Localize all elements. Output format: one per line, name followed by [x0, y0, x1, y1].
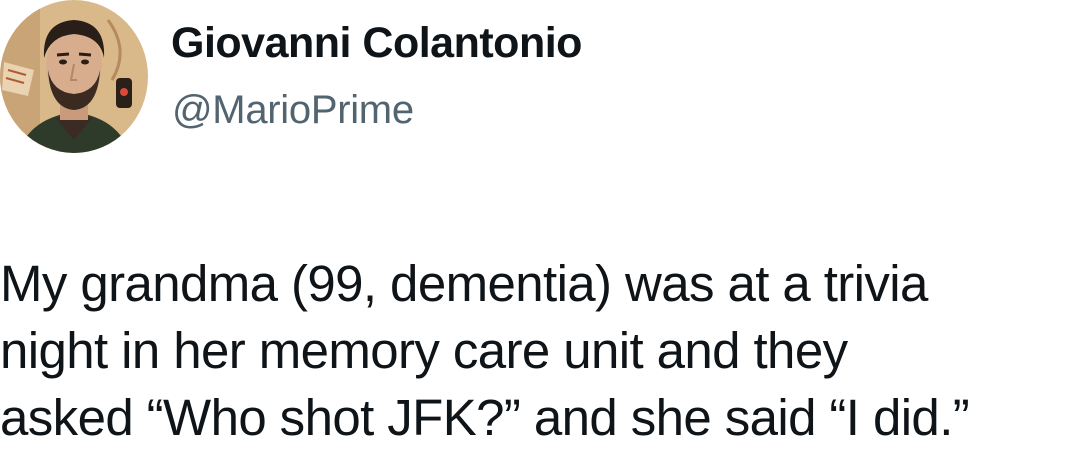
author-handle[interactable]: @MarioPrime [172, 88, 414, 133]
tweet-card: Giovanni Colantonio @MarioPrime My grand… [0, 0, 1080, 452]
avatar[interactable] [0, 0, 148, 153]
tweet-text-line: asked “Who shot JFK?” and she said “I di… [0, 389, 970, 446]
tweet-text: My grandma (99, dementia) was at a trivi… [0, 250, 1080, 451]
tweet-text-line: night in her memory care unit and they [0, 322, 848, 379]
tweet-text-line: My grandma (99, dementia) was at a trivi… [0, 255, 928, 312]
author-display-name[interactable]: Giovanni Colantonio [171, 19, 582, 68]
profile-photo-icon [0, 0, 148, 153]
